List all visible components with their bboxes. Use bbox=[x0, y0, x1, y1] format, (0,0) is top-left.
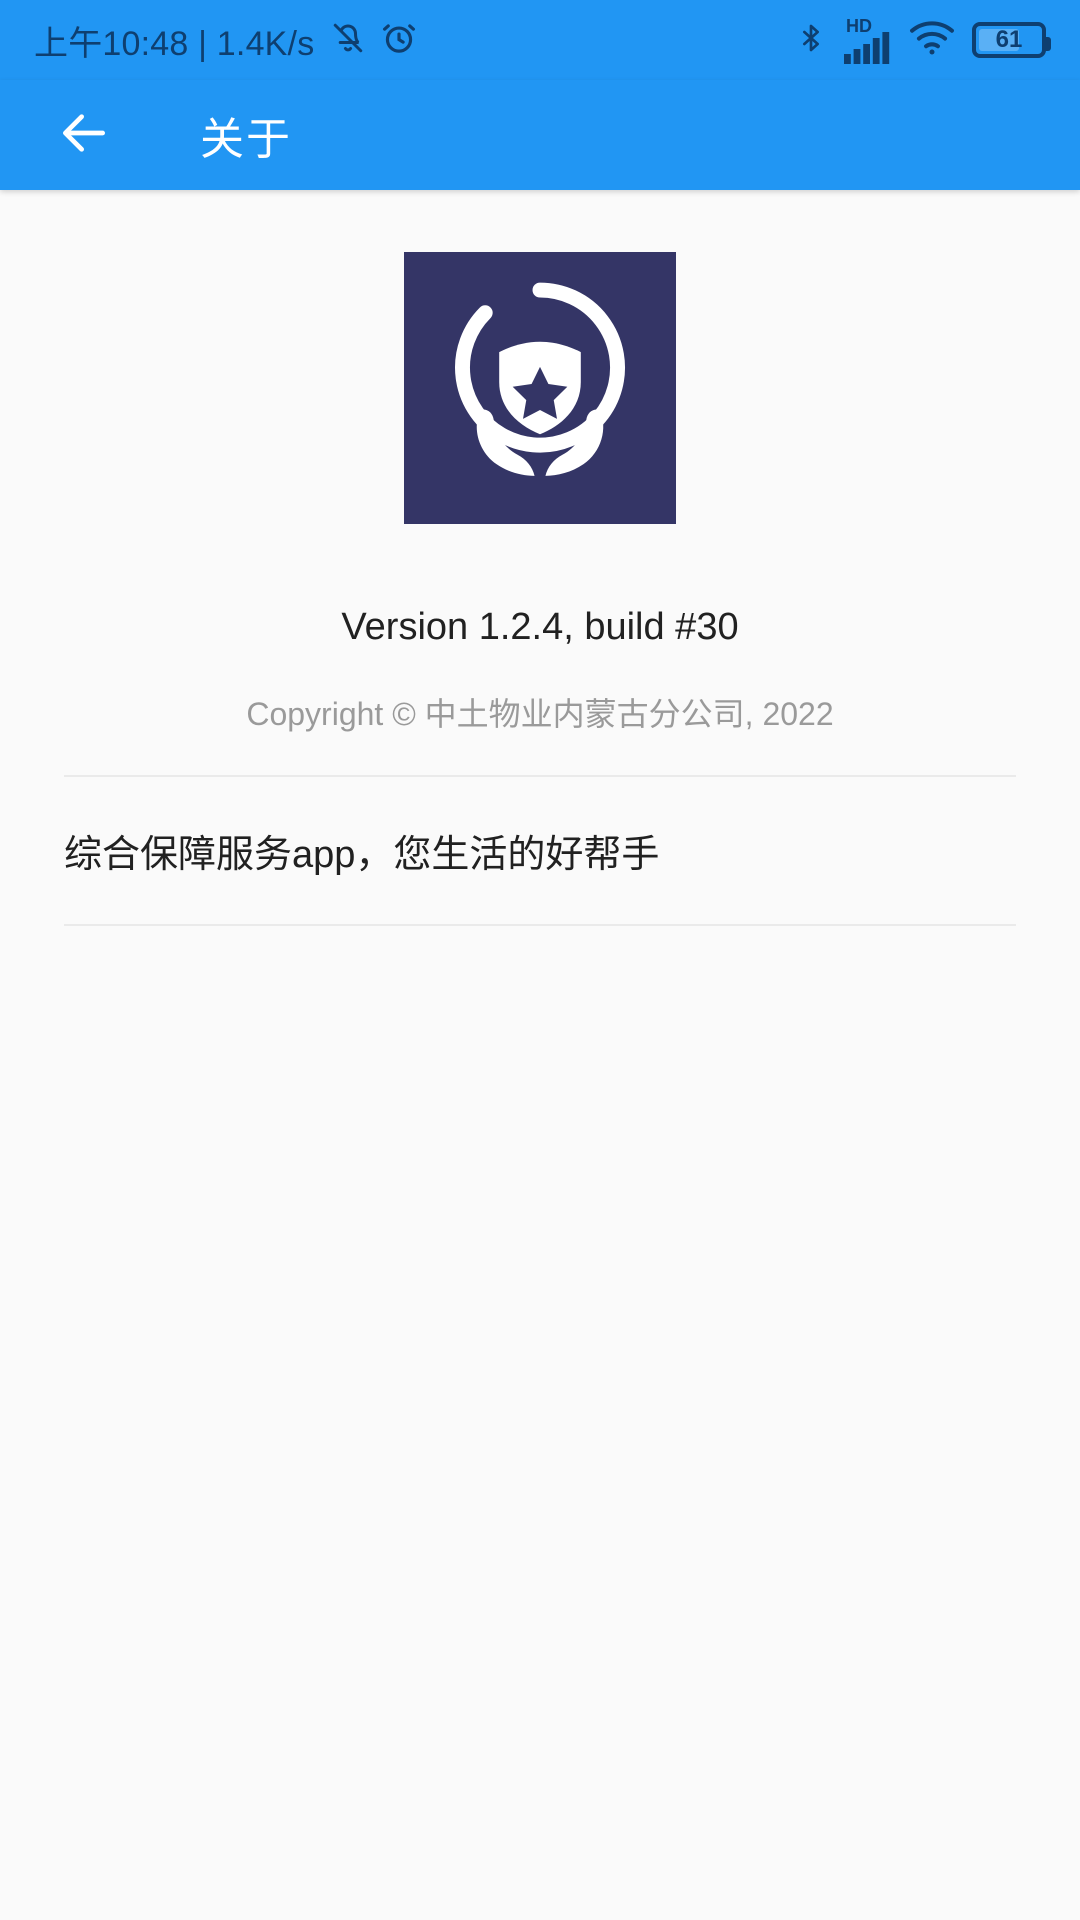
status-bar-right-icons: HD 61 bbox=[795, 17, 1051, 64]
bluetooth-icon bbox=[795, 19, 827, 62]
alarm-clock-icon bbox=[380, 19, 418, 62]
tagline-text: 综合保障服务app，您生活的好帮手 bbox=[64, 834, 660, 876]
app-logo-container bbox=[0, 252, 1080, 524]
divider-bottom bbox=[64, 924, 1016, 926]
battery-level: 61 bbox=[995, 26, 1023, 53]
status-clock: 上午10:48 | 1.4K/s bbox=[34, 24, 315, 63]
app-bar: 关于 bbox=[0, 80, 1080, 190]
back-button[interactable] bbox=[48, 99, 120, 171]
battery-icon: 61 bbox=[972, 22, 1051, 58]
arrow-left-icon bbox=[56, 105, 112, 166]
copyright-text: Copyright © 中土物业内蒙古分公司, 2022 bbox=[246, 696, 834, 732]
version-text: Version 1.2.4, build #30 bbox=[341, 606, 739, 648]
status-bar: 上午10:48 | 1.4K/s HD 61 bbox=[0, 0, 1080, 80]
about-content: Version 1.2.4, build #30 Copyright © 中土物… bbox=[0, 190, 1080, 926]
status-bar-left-icons bbox=[330, 19, 418, 62]
bell-muted-icon bbox=[330, 20, 366, 61]
app-logo-shield-hands-icon bbox=[404, 252, 676, 524]
page-title: 关于 bbox=[200, 115, 292, 164]
hd-signal-icon: HD bbox=[844, 17, 892, 64]
status-bar-left: 上午10:48 | 1.4K/s bbox=[34, 16, 418, 65]
wifi-icon bbox=[909, 20, 955, 61]
